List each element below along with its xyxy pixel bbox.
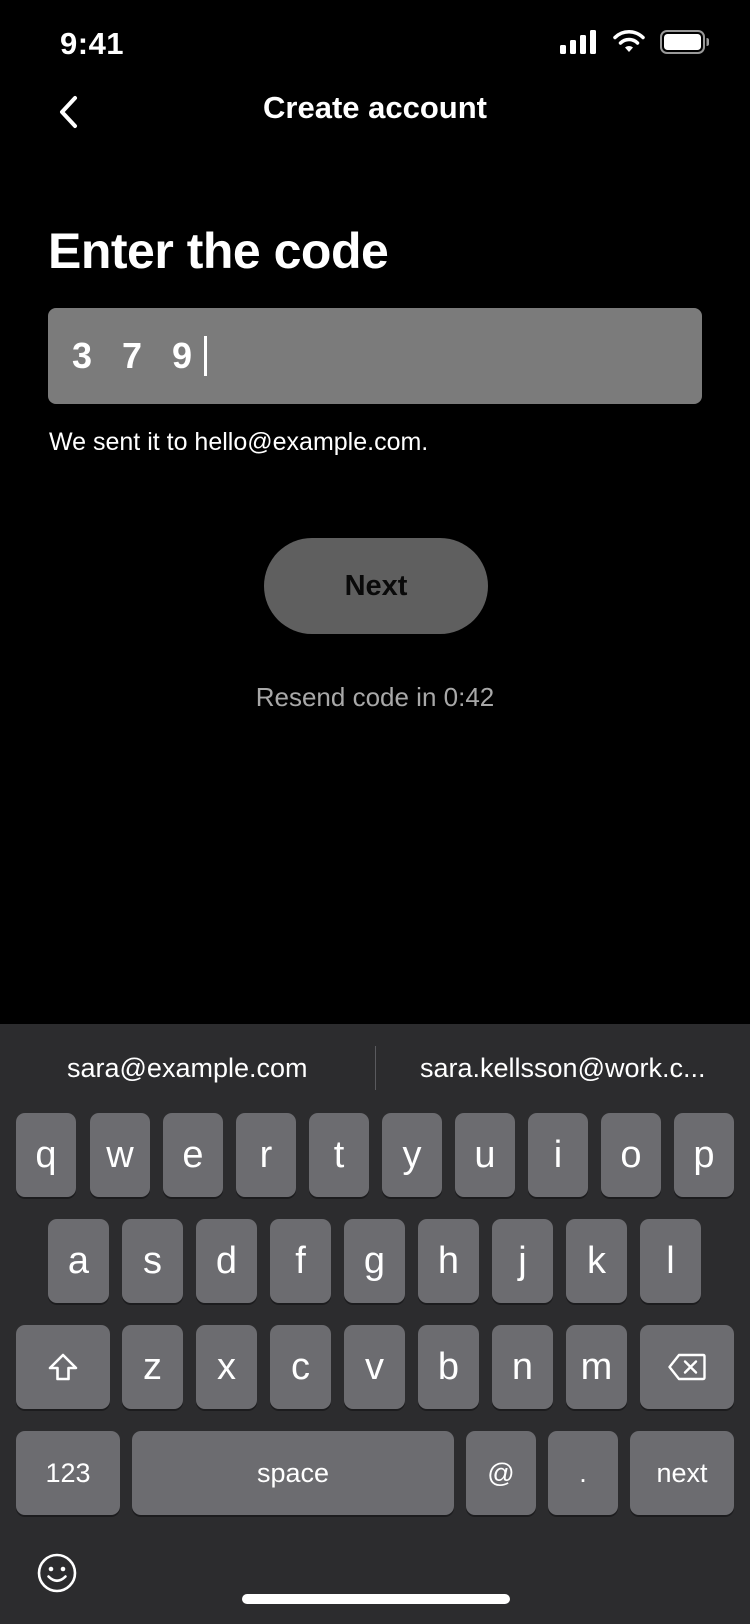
suggestion-item[interactable]: sara.kellsson@work.c... [376,1053,750,1084]
key-z[interactable]: z [122,1325,183,1409]
key-t[interactable]: t [309,1113,369,1197]
key-m[interactable]: m [566,1325,627,1409]
key-h[interactable]: h [418,1219,479,1303]
home-indicator [242,1594,510,1604]
key-x[interactable]: x [196,1325,257,1409]
key-b[interactable]: b [418,1325,479,1409]
code-input[interactable]: 3 7 9 [48,308,702,404]
space-key[interactable]: space [132,1431,454,1515]
emoji-icon [37,1553,77,1593]
key-v[interactable]: v [344,1325,405,1409]
delete-icon [668,1353,706,1381]
suggestion-bar: sara@example.com sara.kellsson@work.c... [0,1024,750,1112]
key-y[interactable]: y [382,1113,442,1197]
numbers-key[interactable]: 123 [16,1431,120,1515]
status-time: 9:41 [60,26,125,61]
page-title: Enter the code [48,223,389,279]
code-input-value: 3 7 9 [72,335,203,376]
key-o[interactable]: o [601,1113,661,1197]
status-icons [560,30,710,54]
key-f[interactable]: f [270,1219,331,1303]
emoji-button[interactable] [36,1552,78,1594]
key-g[interactable]: g [344,1219,405,1303]
key-q[interactable]: q [16,1113,76,1197]
key-a[interactable]: a [48,1219,109,1303]
keyboard: sara@example.com sara.kellsson@work.c...… [0,1024,750,1624]
key-c[interactable]: c [270,1325,331,1409]
at-key[interactable]: @ [466,1431,536,1515]
key-d[interactable]: d [196,1219,257,1303]
key-e[interactable]: e [163,1113,223,1197]
cellular-signal-icon [560,30,596,54]
key-p[interactable]: p [674,1113,734,1197]
key-l[interactable]: l [640,1219,701,1303]
shift-key[interactable] [16,1325,110,1409]
key-n[interactable]: n [492,1325,553,1409]
suggestion-item[interactable]: sara@example.com [0,1053,375,1084]
return-key[interactable]: next [630,1431,734,1515]
period-key[interactable]: . [548,1431,618,1515]
key-u[interactable]: u [455,1113,515,1197]
text-caret [204,336,208,376]
helper-text: We sent it to hello@example.com. [49,428,429,456]
next-button[interactable]: Next [264,538,488,634]
key-j[interactable]: j [492,1219,553,1303]
delete-key[interactable] [640,1325,734,1409]
key-k[interactable]: k [566,1219,627,1303]
resend-timer: Resend code in 0:42 [255,682,495,712]
battery-icon [660,30,709,54]
wifi-icon [613,30,645,52]
key-r[interactable]: r [236,1113,296,1197]
key-s[interactable]: s [122,1219,183,1303]
nav-title: Create account [263,90,487,125]
shift-icon [48,1353,78,1381]
key-i[interactable]: i [528,1113,588,1197]
key-w[interactable]: w [90,1113,150,1197]
